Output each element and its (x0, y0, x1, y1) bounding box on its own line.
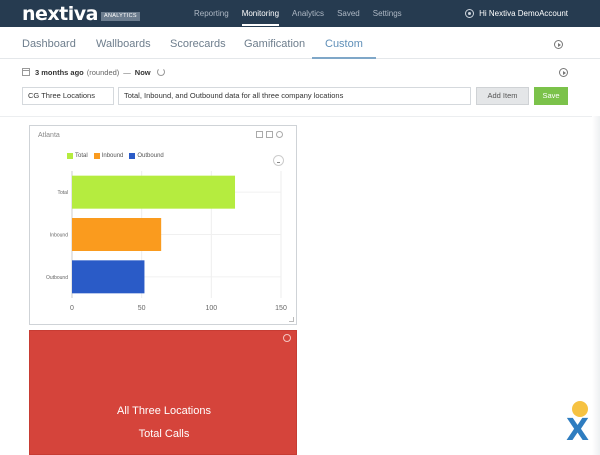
dashboard-tabs: Dashboard Wallboards Scorecards Gamifica… (0, 27, 600, 59)
date-range-start: 3 months ago (35, 67, 84, 77)
summary-title: All Three Locations (117, 405, 211, 417)
y-category-label: Outbound (46, 275, 68, 281)
user-greeting: Hi Nextiva DemoAccount (479, 9, 568, 18)
nav-reporting[interactable]: Reporting (194, 0, 229, 27)
dashboard-name-input[interactable]: CG Three Locations (22, 87, 114, 105)
user-menu[interactable]: Hi Nextiva DemoAccount (465, 0, 568, 27)
bar-inbound (72, 218, 162, 251)
resize-handle[interactable] (289, 317, 294, 322)
bar-total (72, 175, 236, 209)
bar-outbound (72, 260, 145, 294)
y-category-label: Total (57, 190, 68, 196)
top-nav: Reporting Monitoring Analytics Saved Set… (194, 0, 415, 27)
calendar-icon (22, 68, 30, 76)
date-range-end: Now (134, 67, 151, 77)
date-filter[interactable]: 3 months ago (rounded) — Now (22, 66, 165, 78)
nav-monitoring[interactable]: Monitoring (241, 0, 280, 26)
nextiva-logo[interactable]: nextiva ANALYTICS (22, 4, 140, 24)
add-item-button[interactable]: Add Item (476, 87, 529, 105)
date-rounded-note: (rounded) (86, 67, 120, 77)
tab-dashboard[interactable]: Dashboard (22, 38, 76, 58)
x-tick-label: 0 (70, 305, 74, 312)
top-bar: nextiva ANALYTICS Reporting Monitoring A… (0, 0, 600, 27)
dashboard-description-input[interactable]: Total, Inbound, and Outbound data for al… (118, 87, 471, 105)
summary-subtitle: Total Calls (138, 428, 190, 440)
refresh-icon[interactable] (156, 68, 165, 76)
summary-gear-icon[interactable] (283, 334, 291, 342)
chart-widget[interactable]: Atlanta Total Inbound Outbound 0 50 100 150 To… (29, 125, 297, 325)
tab-wallboards[interactable]: Wallboards (96, 38, 151, 58)
tab-custom[interactable]: Custom (312, 38, 376, 59)
x-tick-label: 50 (138, 305, 146, 312)
logo-wordmark: nextiva (22, 3, 98, 25)
user-gear-icon (465, 9, 475, 18)
x-tick-label: 150 (275, 305, 287, 312)
x-tick-label: 100 (205, 305, 217, 312)
brand-letter-x: X (566, 413, 590, 448)
tab-gamification[interactable]: Gamification (244, 38, 305, 58)
logo-badge: ANALYTICS (100, 12, 140, 21)
y-category-label: Inbound (50, 233, 68, 239)
summary-widget[interactable]: All Three Locations Total Calls (29, 330, 297, 455)
canvas-divider (0, 116, 600, 117)
bar-chart: 0 50 100 150 Total Inbound Outbound (46, 171, 287, 312)
date-play-icon[interactable] (559, 68, 568, 77)
save-button[interactable]: Save (534, 87, 568, 105)
date-separator: — (123, 67, 131, 77)
nav-settings[interactable]: Settings (373, 0, 402, 27)
nextiva-x-brand-icon: X (562, 398, 596, 452)
nav-analytics[interactable]: Analytics (292, 0, 324, 27)
nav-saved[interactable]: Saved (337, 0, 360, 27)
tab-scorecards[interactable]: Scorecards (170, 38, 226, 58)
tabs-play-icon[interactable] (554, 40, 563, 49)
